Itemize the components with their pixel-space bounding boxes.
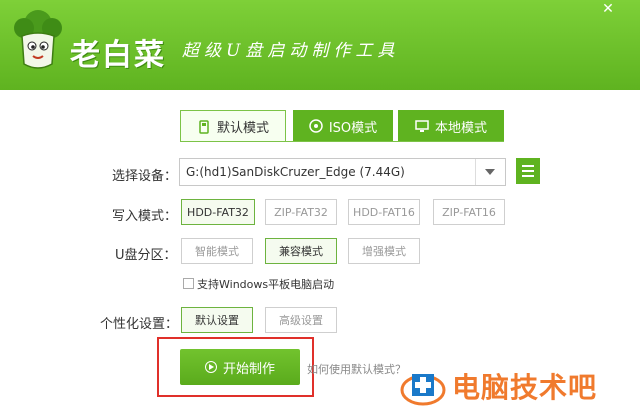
personalize-advanced[interactable]: 高级设置 <box>265 307 337 333</box>
write-mode-hdd-fat16[interactable]: HDD-FAT16 <box>348 199 420 225</box>
play-icon <box>204 361 217 373</box>
tab-default-mode[interactable]: 默认模式 <box>180 110 286 142</box>
tab-label: 本地模式 <box>434 120 487 136</box>
tab-label: 默认模式 <box>216 121 269 136</box>
medical-cross-logo-icon <box>400 374 446 406</box>
partition-smart[interactable]: 智能模式 <box>181 238 253 264</box>
device-label: 选择设备： <box>112 169 178 184</box>
write-mode-zip-fat32[interactable]: ZIP-FAT32 <box>265 199 337 225</box>
partition-label: U盘分区： <box>115 248 177 263</box>
tablet-boot-label: 支持Windows平板电脑启动 <box>197 278 335 291</box>
write-mode-zip-fat16[interactable]: ZIP-FAT16 <box>433 199 505 225</box>
app-title: 老白菜 <box>70 38 166 73</box>
tablet-boot-checkbox[interactable] <box>183 278 194 289</box>
menu-icon <box>522 165 534 167</box>
help-link[interactable]: 如何使用默认模式？ <box>307 361 406 377</box>
start-button[interactable]: 开始制作 <box>180 349 300 385</box>
partition-enhanced[interactable]: 增强模式 <box>348 238 420 264</box>
write-mode-label: 写入模式： <box>112 209 178 224</box>
tab-label: ISO模式 <box>328 120 378 136</box>
dropdown-toggle[interactable] <box>475 159 505 185</box>
device-value: G:(hd1)SanDiskCruzer_Edge (7.44G) <box>186 165 405 179</box>
personalize-default[interactable]: 默认设置 <box>181 307 253 333</box>
app-header: 老白菜 超级U盘启动制作工具 ✕ <box>0 0 640 90</box>
write-mode-hdd-fat32[interactable]: HDD-FAT32 <box>181 199 255 225</box>
partition-compatible[interactable]: 兼容模式 <box>265 238 337 264</box>
app-subtitle: 超级U盘启动制作工具 <box>182 41 400 61</box>
device-menu-button[interactable] <box>516 158 540 184</box>
device-select[interactable]: G:(hd1)SanDiskCruzer_Edge (7.44G) <box>179 158 506 186</box>
tab-local-mode[interactable]: 本地模式 <box>398 110 504 142</box>
tab-divider <box>180 141 504 142</box>
watermark-text: 电脑技术吧 <box>452 371 598 404</box>
close-button[interactable]: ✕ <box>596 0 620 20</box>
chevron-down-icon <box>485 169 495 175</box>
usb-icon <box>199 119 209 134</box>
cabbage-mascot-logo <box>14 10 62 69</box>
disc-icon <box>309 119 323 133</box>
start-button-label: 开始制作 <box>222 361 275 377</box>
monitor-icon <box>415 120 429 132</box>
personalize-label: 个性化设置： <box>100 317 179 332</box>
tab-iso-mode[interactable]: ISO模式 <box>293 110 393 142</box>
